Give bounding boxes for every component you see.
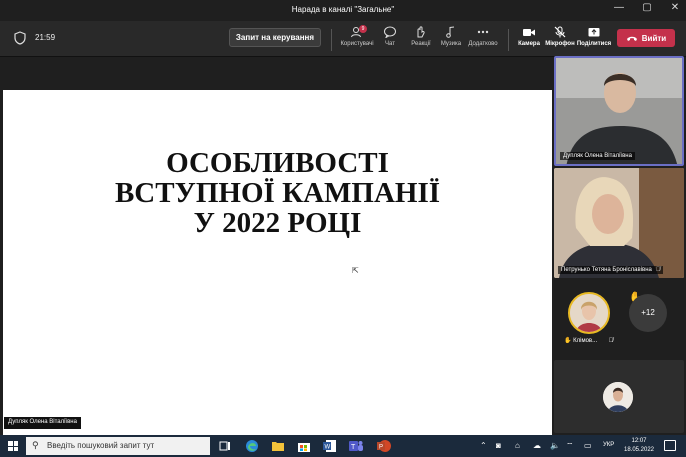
wifi-icon[interactable]: ⌔ <box>566 441 574 451</box>
shared-presentation: ОСОБЛИВОСТІ ВСТУПНОЇ КАМПАНІЇ У 2022 РОЦ… <box>3 90 552 457</box>
taskbar-time: 12:07 <box>631 438 647 444</box>
onedrive-icon[interactable]: ☁ <box>533 441 541 450</box>
leave-label: Вийти <box>641 33 667 43</box>
task-view-icon[interactable] <box>217 438 233 454</box>
participant-video-tile[interactable]: Петрунько Тетяна Броніславівна 🎙̸ <box>554 168 684 278</box>
slide-title: ОСОБЛИВОСТІ ВСТУПНОЇ КАМПАНІЇ У 2022 РОЦ… <box>114 147 441 239</box>
more-label: Додатково <box>468 41 498 47</box>
network-icon[interactable]: ⌂ <box>515 441 520 450</box>
mic-muted-icon: 🎙̸ <box>655 267 661 273</box>
request-control-button[interactable]: Запит на керування <box>229 28 321 47</box>
window-title: Нарада в каналі "Загальне" <box>291 5 395 14</box>
windows-start-icon[interactable] <box>8 441 18 451</box>
word-icon[interactable]: W <box>322 438 338 454</box>
participant-video-icon <box>556 58 682 164</box>
reactions-icon <box>417 26 425 38</box>
participant-roster: ✋ ✋ Клімов... 🎙̸ +12 <box>554 282 684 352</box>
close-button[interactable]: ✕ <box>668 2 682 13</box>
battery-icon[interactable]: ▭ <box>584 441 592 450</box>
svg-text:T: T <box>351 444 356 451</box>
self-video-tile[interactable] <box>554 360 684 433</box>
store-icon[interactable] <box>296 438 312 454</box>
participant-video-icon <box>554 168 684 278</box>
participant-short-name: ✋ Клімов... 🎙̸ <box>564 338 614 344</box>
windows-taskbar: ⚲ Введіть пошуковий запит тут W T P ⌃ ◙ … <box>0 435 686 457</box>
taskbar-search[interactable]: ⚲ Введіть пошуковий запит тут <box>26 437 210 455</box>
search-icon: ⚲ <box>32 440 39 450</box>
meeting-toolbar: 21:59 Запит на керування 9 Користувачі Ч… <box>0 21 686 57</box>
keyboard-language[interactable]: УКР <box>603 442 614 448</box>
svg-text:W: W <box>325 445 331 451</box>
presenter-name-tag: Дупляк Олена Віталіївна <box>4 417 81 429</box>
self-avatar-icon <box>603 382 633 412</box>
more-actions-button[interactable]: Додатково <box>463 26 503 47</box>
participant-video-tile[interactable]: Дупляк Олена Віталіївна <box>554 56 684 166</box>
volume-icon[interactable]: 🔈 <box>550 441 560 450</box>
participant-avatar[interactable] <box>568 292 610 334</box>
maximize-button[interactable]: ▢ <box>640 2 654 13</box>
participant-name: Петрунько Тетяна Броніславівна 🎙̸ <box>558 266 664 274</box>
people-count-badge: 9 <box>359 25 367 33</box>
teams-icon[interactable]: T <box>348 438 364 454</box>
taskbar-clock[interactable]: 12:07 18.05.2022 <box>622 437 656 455</box>
window-controls: — ▢ ✕ <box>612 2 682 13</box>
hang-up-icon <box>626 36 637 41</box>
share-label: Поділитися <box>576 41 612 47</box>
svg-text:P: P <box>379 445 383 451</box>
powerpoint-icon[interactable]: P <box>376 438 392 454</box>
mic-muted-icon <box>554 26 566 38</box>
share-icon <box>588 28 600 37</box>
meeting-timer: 21:59 <box>35 33 56 42</box>
edge-icon[interactable] <box>244 438 260 454</box>
participant-name: Дупляк Олена Віталіївна <box>560 152 635 160</box>
file-explorer-icon[interactable] <box>270 438 286 454</box>
taskbar-date: 18.05.2022 <box>623 447 655 453</box>
music-icon <box>446 26 455 38</box>
title-bar: Нарада в каналі "Загальне" — ▢ ✕ <box>0 0 686 21</box>
leave-button[interactable]: Вийти <box>617 29 675 47</box>
more-icon <box>477 30 489 34</box>
notifications-icon[interactable] <box>664 440 676 451</box>
share-button[interactable]: Поділитися <box>574 26 614 47</box>
toolbar-divider <box>331 29 332 51</box>
meet-now-icon[interactable]: ◙ <box>496 441 501 450</box>
chat-icon <box>384 26 396 38</box>
mouse-cursor-icon: ⇱ <box>352 266 359 275</box>
camera-icon <box>523 29 535 36</box>
more-participants-button[interactable]: +12 <box>629 294 667 332</box>
search-placeholder: Введіть пошуковий запит тут <box>47 441 155 450</box>
minimize-button[interactable]: — <box>612 2 626 13</box>
self-avatar <box>603 382 633 412</box>
shield-icon[interactable] <box>14 31 26 45</box>
avatar-photo-icon <box>570 294 608 332</box>
tray-overflow-icon[interactable]: ⌃ <box>480 441 487 450</box>
